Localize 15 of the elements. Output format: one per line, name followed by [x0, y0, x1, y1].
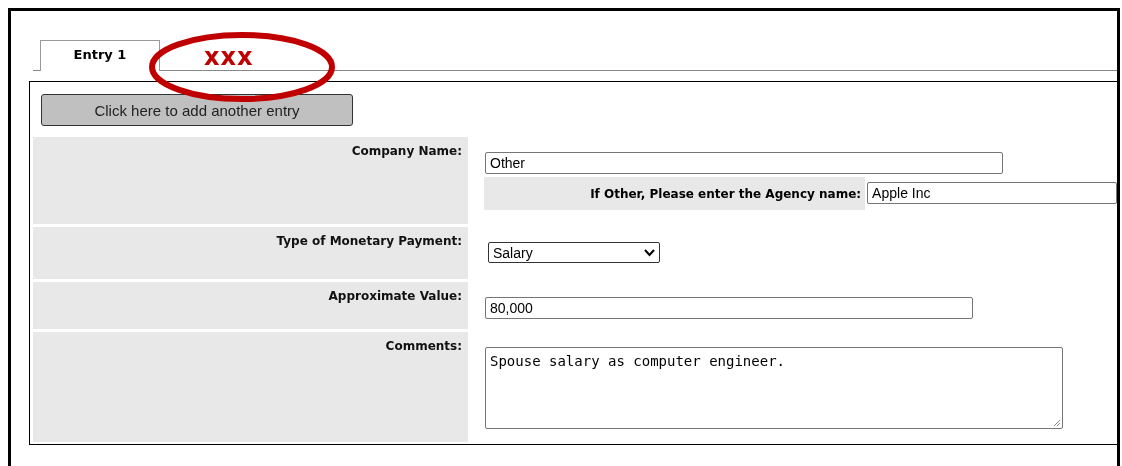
text-field[interactable]: Apple Inc — [867, 182, 1117, 204]
field-label: If Other, Please enter the Agency name: — [484, 177, 866, 210]
comments-field[interactable]: Spouse salary as computer engineer. — [485, 347, 1063, 429]
text-field[interactable]: Other — [485, 152, 1003, 174]
add-entry-button[interactable]: Click here to add another entry — [41, 94, 353, 126]
tab[interactable]: Entry 1 — [40, 40, 160, 71]
field-label: Company Name: — [33, 137, 468, 224]
resize-grip-icon — [1053, 419, 1061, 427]
field-label: Type of Monetary Payment: — [33, 227, 468, 279]
chevron-down-icon — [644, 248, 655, 257]
field-label: Approximate Value: — [33, 282, 468, 329]
annotation-text: xxx — [204, 43, 254, 71]
text-field[interactable]: 80,000 — [485, 297, 973, 319]
dropdown[interactable]: Salary — [488, 242, 660, 263]
field-label: Comments: — [33, 332, 468, 442]
